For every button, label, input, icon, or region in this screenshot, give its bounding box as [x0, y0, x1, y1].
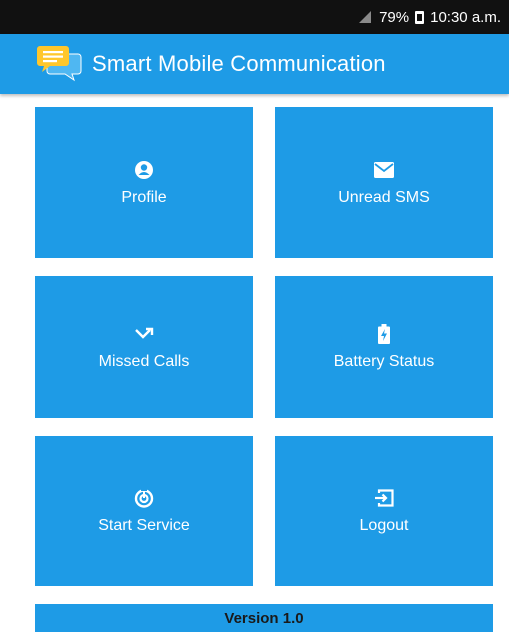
profile-tile[interactable]: Profile — [35, 107, 253, 258]
missed-calls-label: Missed Calls — [98, 353, 190, 370]
unread-sms-label: Unread SMS — [338, 188, 430, 206]
profile-label: Profile — [121, 188, 167, 206]
start-service-tile[interactable]: Start Service — [35, 436, 253, 586]
battery-percentage: 79% — [379, 8, 410, 26]
app-bar: Smart Mobile Communication — [0, 34, 509, 94]
service-power-icon — [133, 487, 155, 509]
status-bar: 79% 10:30 a.m. — [0, 0, 509, 34]
profile-icon — [133, 159, 155, 181]
battery-status-tile[interactable]: Battery Status — [275, 276, 493, 418]
missed-call-icon — [133, 323, 155, 345]
version-footer: Version 1.0 — [35, 604, 493, 632]
signal-icon — [359, 11, 372, 23]
battery-status-label: Battery Status — [333, 353, 435, 370]
start-service-label: Start Service — [98, 517, 190, 534]
app-title: Smart Mobile Communication — [92, 51, 386, 76]
logout-tile[interactable]: Logout — [275, 436, 493, 586]
envelope-icon — [373, 159, 395, 181]
unread-sms-tile[interactable]: Unread SMS — [275, 107, 493, 258]
battery-charging-icon — [373, 323, 395, 345]
logout-icon — [373, 487, 395, 509]
missed-calls-tile[interactable]: Missed Calls — [35, 276, 253, 418]
clock: 10:30 a.m. — [430, 8, 501, 26]
logout-label: Logout — [359, 517, 409, 534]
battery-icon — [415, 10, 425, 24]
chat-bubbles-icon — [37, 46, 82, 82]
